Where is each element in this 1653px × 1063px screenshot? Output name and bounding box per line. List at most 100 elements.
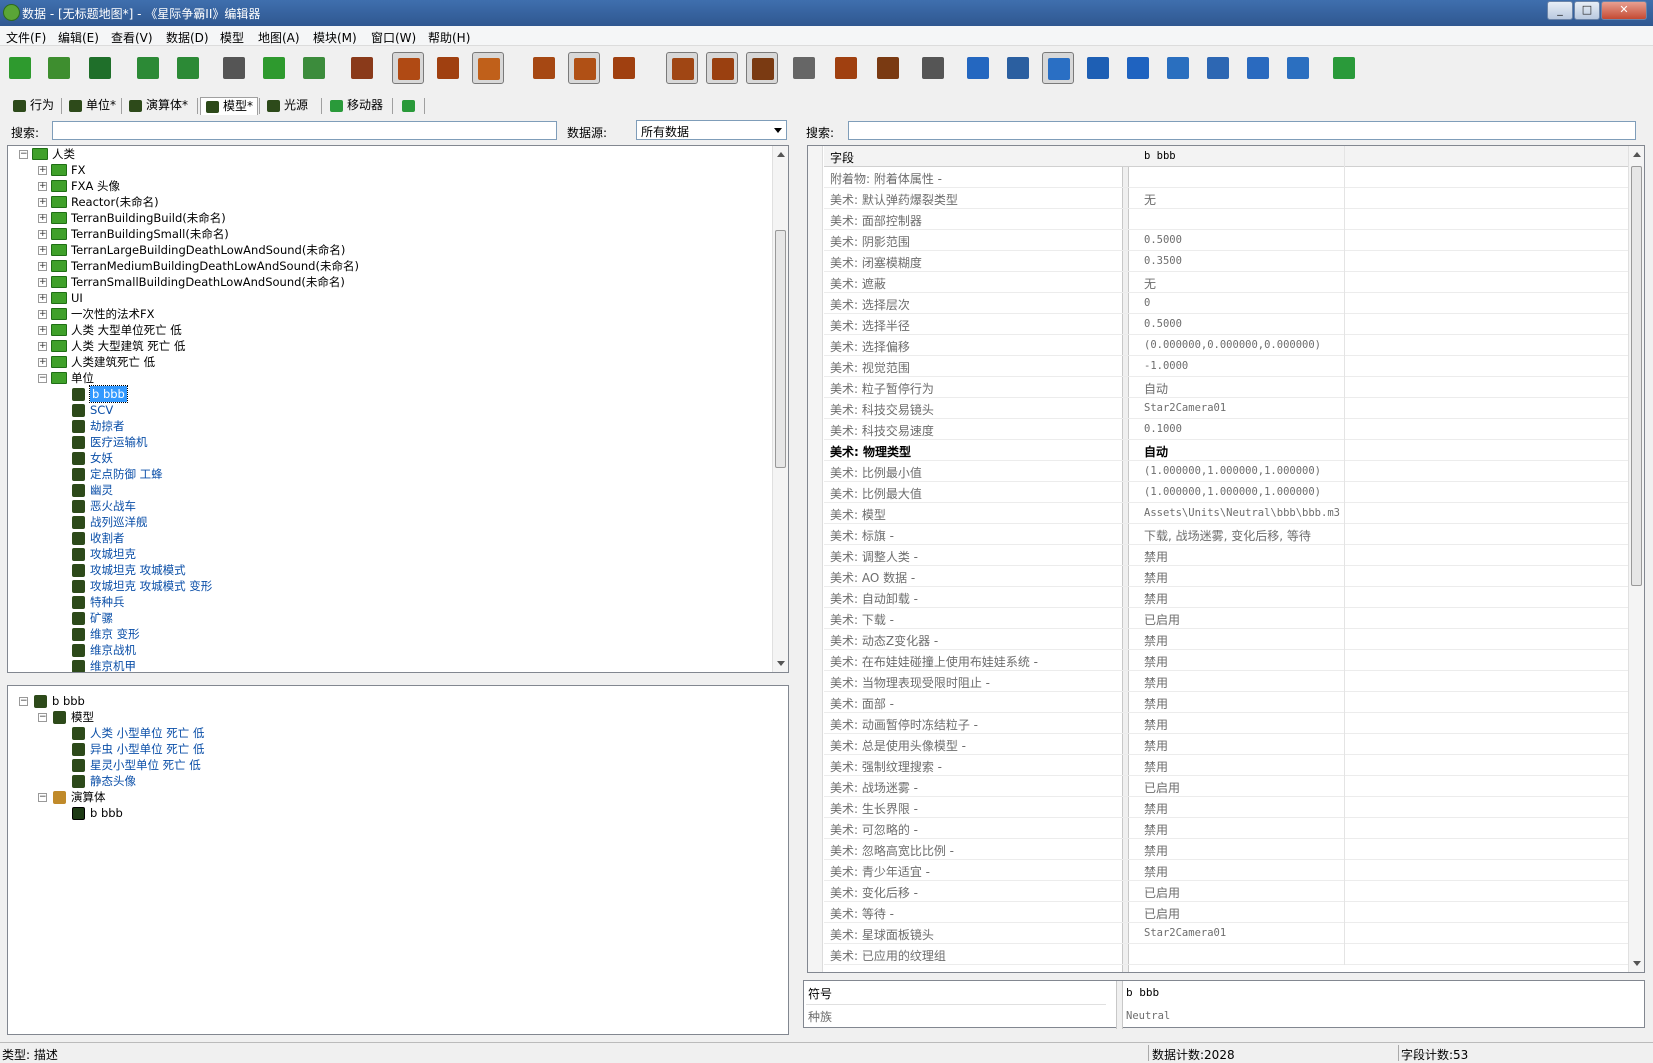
- tree-item[interactable]: 战列巡洋舰: [8, 514, 768, 530]
- tree-folder[interactable]: + TerranSmallBuildingDeathLowAndSound(未命名…: [8, 274, 768, 290]
- tab-item[interactable]: 演算体*: [124, 97, 196, 115]
- xml-export-button[interactable]: [917, 52, 949, 84]
- tree-folder[interactable]: + 人类 大型建筑 死亡 低: [8, 338, 768, 354]
- grid-row[interactable]: 美术: 动态Z变化器 - 禁用: [824, 629, 1628, 650]
- expand-icon[interactable]: +: [38, 326, 47, 335]
- tree-item[interactable]: 定点防御 工蜂: [8, 466, 768, 482]
- list-button[interactable]: [392, 52, 424, 84]
- tree-item[interactable]: 攻城坦克 攻城模式 变形: [8, 578, 768, 594]
- listview-button[interactable]: [608, 52, 640, 84]
- code-button[interactable]: [872, 52, 904, 84]
- tree-item[interactable]: 静态头像: [8, 773, 768, 789]
- grid-row[interactable]: 美术: 物理类型 自动: [824, 440, 1628, 461]
- panel-button[interactable]: [706, 52, 738, 84]
- menu-item[interactable]: 帮助(H): [428, 29, 470, 46]
- tree-scrollbar[interactable]: [772, 146, 788, 672]
- tree-item[interactable]: 矿骡: [8, 610, 768, 626]
- tree-item[interactable]: b bbb: [8, 385, 768, 403]
- tree-item[interactable]: 收割者: [8, 530, 768, 546]
- grid-row[interactable]: 附着物: 附着体属性 -: [824, 167, 1628, 188]
- grid-row[interactable]: 美术: 已应用的纹理组: [824, 944, 1628, 965]
- tree-item[interactable]: 维京 变形: [8, 626, 768, 642]
- field-column-header[interactable]: 字段: [830, 149, 854, 166]
- tree-item[interactable]: 攻城坦克 攻城模式: [8, 562, 768, 578]
- grid-row[interactable]: 美术: 动画暂停时冻结粒子 - 禁用: [824, 713, 1628, 734]
- grid-row[interactable]: 美术: 强制纹理搜索 - 禁用: [824, 755, 1628, 776]
- expand-icon[interactable]: +: [38, 358, 47, 367]
- paste-button[interactable]: [298, 52, 330, 84]
- grid-row[interactable]: 美术: 青少年适宜 - 禁用: [824, 860, 1628, 881]
- import-button[interactable]: [1122, 52, 1154, 84]
- expand-icon[interactable]: +: [38, 294, 47, 303]
- tree-item[interactable]: b bbb: [8, 805, 768, 821]
- redo-button[interactable]: [172, 52, 204, 84]
- tree-item[interactable]: 人类 小型单位 死亡 低: [8, 725, 768, 741]
- search-input[interactable]: [52, 121, 557, 140]
- grid-row[interactable]: 美术: 下载 - 已启用: [824, 608, 1628, 629]
- tree-item[interactable]: 维京机甲: [8, 658, 768, 672]
- expand-icon[interactable]: +: [38, 198, 47, 207]
- grid-row[interactable]: 美术: 闭塞模糊度 0.3500: [824, 251, 1628, 272]
- tree-item[interactable]: 异虫 小型单位 死亡 低: [8, 741, 768, 757]
- minimize-button[interactable]: _: [1547, 1, 1573, 20]
- menu-item[interactable]: 模块(M): [313, 29, 357, 46]
- tree-item[interactable]: 劫掠者: [8, 418, 768, 434]
- grid-row[interactable]: 美术: 默认弹药爆裂类型 无: [824, 188, 1628, 209]
- grid-row[interactable]: 美术: 面部 - 禁用: [824, 692, 1628, 713]
- tree-folder[interactable]: + FX: [8, 162, 768, 178]
- data-scroll-button[interactable]: [346, 52, 378, 84]
- expand-icon[interactable]: +: [38, 278, 47, 287]
- grid-row[interactable]: 美术: 选择半径 0.5000: [824, 314, 1628, 335]
- tree-folder[interactable]: + 一次性的法术FX: [8, 306, 768, 322]
- tab-item[interactable]: 模型*: [200, 97, 258, 115]
- tab-item[interactable]: 光源: [262, 97, 320, 115]
- book-button[interactable]: [830, 52, 862, 84]
- expand-icon[interactable]: +: [38, 262, 47, 271]
- save-button[interactable]: [84, 52, 116, 84]
- stack-button[interactable]: [666, 52, 698, 84]
- tree-item[interactable]: − b bbb: [8, 693, 768, 709]
- tree-item[interactable]: 星灵小型单位 死亡 低: [8, 757, 768, 773]
- xml-button[interactable]: [788, 52, 820, 84]
- collapse-icon[interactable]: −: [38, 713, 47, 722]
- unit-editor-button[interactable]: [1042, 52, 1074, 84]
- pane-splitter[interactable]: [0, 675, 790, 683]
- menu-item[interactable]: 文件(F): [6, 29, 46, 46]
- grid-row[interactable]: 美术: 粒子暂停行为 自动: [824, 377, 1628, 398]
- expand-icon[interactable]: +: [38, 342, 47, 351]
- grid-row[interactable]: 美术: 当物理表现受限时阻止 - 禁用: [824, 671, 1628, 692]
- tree-item[interactable]: 特种兵: [8, 594, 768, 610]
- tree-folder[interactable]: − 人类: [8, 146, 768, 162]
- tree-item[interactable]: 维京战机: [8, 642, 768, 658]
- undo-button[interactable]: [132, 52, 164, 84]
- expand-icon[interactable]: +: [38, 166, 47, 175]
- tab-item[interactable]: 行为: [8, 97, 60, 115]
- expand-icon[interactable]: +: [38, 214, 47, 223]
- cutscene-button[interactable]: [1202, 52, 1234, 84]
- grid-row[interactable]: 美术: 选择偏移 (0.000000,0.000000,0.000000): [824, 335, 1628, 356]
- open-folder-button[interactable]: [43, 52, 75, 84]
- grid-row[interactable]: 美术: 模型 Assets\Units\Neutral\bbb\bbb.m3: [824, 503, 1628, 524]
- value-column-header[interactable]: b bbb: [1144, 150, 1176, 162]
- tab-item[interactable]: 单位*: [64, 97, 120, 115]
- tree-folder[interactable]: + 人类 大型单位死亡 低: [8, 322, 768, 338]
- tree-folder[interactable]: + TerranMediumBuildingDeathLowAndSound(未命…: [8, 258, 768, 274]
- tree-item[interactable]: SCV: [8, 402, 768, 418]
- grid-row[interactable]: 美术: 可忽略的 - 禁用: [824, 818, 1628, 839]
- tree-folder[interactable]: + TerranBuildingSmall(未命名): [8, 226, 768, 242]
- expand-icon[interactable]: +: [38, 246, 47, 255]
- grid-row[interactable]: 美术: 科技交易镜头 Star2Camera01: [824, 398, 1628, 419]
- menu-item[interactable]: 数据(D): [166, 29, 209, 46]
- grid-row[interactable]: 美术: 总是使用头像模型 - 禁用: [824, 734, 1628, 755]
- model-button[interactable]: [472, 52, 504, 84]
- unit-button[interactable]: [432, 52, 464, 84]
- expand-icon[interactable]: +: [38, 230, 47, 239]
- grid-row[interactable]: 美术: 生长界限 - 禁用: [824, 797, 1628, 818]
- tree-item[interactable]: 医疗运输机: [8, 434, 768, 450]
- grid-row[interactable]: 美术: 视觉范围 -1.0000: [824, 356, 1628, 377]
- grid-row[interactable]: 美术: 比例最大值 (1.000000,1.000000,1.000000): [824, 482, 1628, 503]
- source-select[interactable]: 所有数据: [636, 120, 787, 140]
- tree-folder[interactable]: + TerranLargeBuildingDeathLowAndSound(未命名…: [8, 242, 768, 258]
- grid-row[interactable]: 美术: 战场迷雾 - 已启用: [824, 776, 1628, 797]
- terrain-button[interactable]: [962, 52, 994, 84]
